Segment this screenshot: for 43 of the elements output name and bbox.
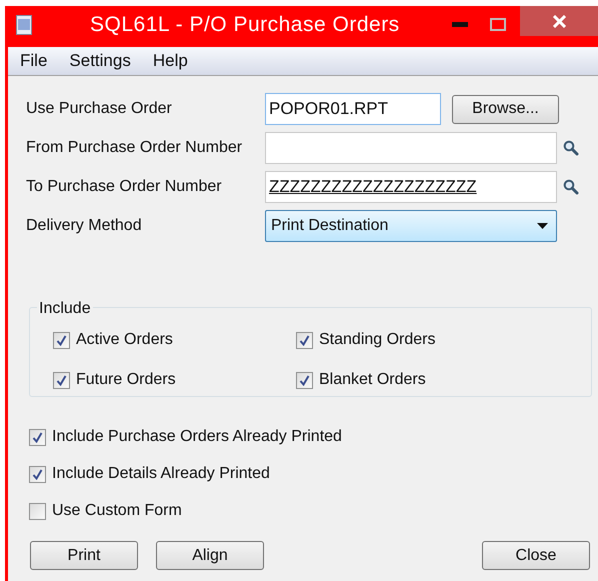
menu-item[interactable]: Help <box>152 48 188 74</box>
checkmark-icon <box>32 432 43 442</box>
field-label: Use Purchase Order <box>26 99 173 119</box>
checkbox[interactable] <box>296 372 313 388</box>
checkbox[interactable] <box>296 332 313 348</box>
dropdown[interactable]: Print Destination <box>265 210 557 242</box>
checkbox[interactable] <box>53 372 70 388</box>
dropdown-arrow-icon <box>537 223 548 229</box>
checkbox-label: Standing Orders <box>319 330 436 350</box>
close-icon <box>552 14 566 28</box>
app-icon <box>16 14 32 34</box>
field-label: To Purchase Order Number <box>26 177 223 197</box>
search-icon[interactable] <box>563 179 579 195</box>
checkbox-label: Blanket Orders <box>319 370 426 390</box>
checkbox-label: Include Details Already Printed <box>52 464 270 484</box>
checkbox-label: Future Orders <box>76 370 176 390</box>
button[interactable]: Align <box>156 541 264 570</box>
input-field[interactable]: POPOR01.RPT <box>265 93 441 125</box>
menu-item[interactable]: Settings <box>69 48 131 74</box>
checkbox[interactable] <box>29 428 46 446</box>
close-window-button[interactable] <box>520 6 598 36</box>
button[interactable]: Close <box>482 541 590 570</box>
checkmark-icon <box>299 374 310 386</box>
checkmark-icon <box>299 334 310 346</box>
search-icon[interactable] <box>563 140 579 156</box>
checkbox-label: Use Custom Form <box>52 501 182 521</box>
input-field[interactable]: ZZZZZZZZZZZZZZZZZZZZ <box>265 171 557 203</box>
checkbox[interactable] <box>29 502 46 520</box>
checkbox-label: Include Purchase Orders Already Printed <box>52 427 342 447</box>
button[interactable]: Browse... <box>452 94 559 124</box>
checkbox-label: Active Orders <box>76 330 173 350</box>
window-title: SQL61L - P/O Purchase Orders <box>90 12 400 38</box>
menu-item[interactable]: File <box>20 48 48 74</box>
checkmark-icon <box>32 468 43 480</box>
minimize-icon[interactable] <box>452 22 468 28</box>
checkmark-icon <box>56 374 67 386</box>
field-label: Delivery Method <box>26 216 143 236</box>
checkmark-icon <box>56 334 67 346</box>
checkbox[interactable] <box>53 332 70 348</box>
field-label: From Purchase Order Number <box>26 138 244 158</box>
checkbox[interactable] <box>29 466 46 482</box>
input-field[interactable] <box>265 132 557 164</box>
button[interactable]: Print <box>30 541 138 570</box>
